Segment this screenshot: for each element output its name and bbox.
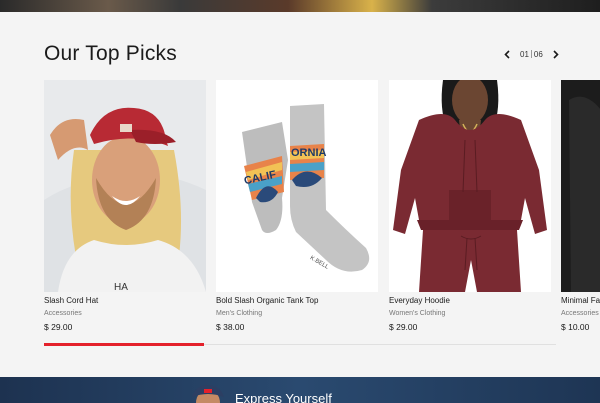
product-category: Accessories [561,310,599,317]
pager-current: 01 [520,49,529,59]
product-price: $ 10.00 [561,322,590,332]
product-name[interactable]: Bold Slash Organic Tank Top [216,296,318,305]
pager-total: 06 [533,49,543,59]
section-title: Our Top Picks [44,42,177,65]
product-carousel: HA Slash Cord Hat Accessories $ 29.00 CA… [44,80,600,340]
product-image-hat[interactable]: HA [44,80,206,292]
hero-image-strip [0,0,600,12]
product-category: Women's Clothing [389,310,446,317]
product-card[interactable]: Minimal Fa Accessories $ 10.00 [561,80,600,340]
chevron-left-icon [503,49,510,59]
carousel-next-button[interactable] [549,47,563,61]
carousel-pager: 01 06 [500,47,563,61]
product-card[interactable]: CALIF ORNIA K.BELL Bold Slash Organic Ta… [216,80,378,340]
product-category: Accessories [44,310,82,317]
pager-separator [530,50,532,58]
hat-shirt-text: HA [114,282,128,292]
promo-banner: Express Yourself [0,377,600,403]
product-card[interactable]: HA Slash Cord Hat Accessories $ 29.00 [44,80,206,340]
product-price: $ 29.00 [389,322,418,332]
product-card[interactable]: Everyday Hoodie Women's Clothing $ 29.00 [389,80,551,340]
product-image-hoodie[interactable] [389,80,551,292]
sock-right-text: ORNIA [291,147,327,159]
product-price: $ 38.00 [216,322,245,332]
product-price: $ 29.00 [44,322,73,332]
product-image-partial[interactable] [561,80,600,292]
carousel-prev-button[interactable] [500,47,514,61]
banner-model-image [192,385,224,403]
product-name[interactable]: Everyday Hoodie [389,296,450,305]
banner-heading: Express Yourself [235,391,332,403]
chevron-right-icon [553,49,559,59]
product-category: Men's Clothing [216,310,263,317]
product-name[interactable]: Slash Cord Hat [44,296,98,305]
product-name[interactable]: Minimal Fa [561,296,600,305]
product-image-socks[interactable]: CALIF ORNIA K.BELL [216,80,378,292]
pager-count: 01 06 [520,50,543,59]
carousel-progress-fill [44,343,204,346]
carousel-progress-track [44,343,556,346]
